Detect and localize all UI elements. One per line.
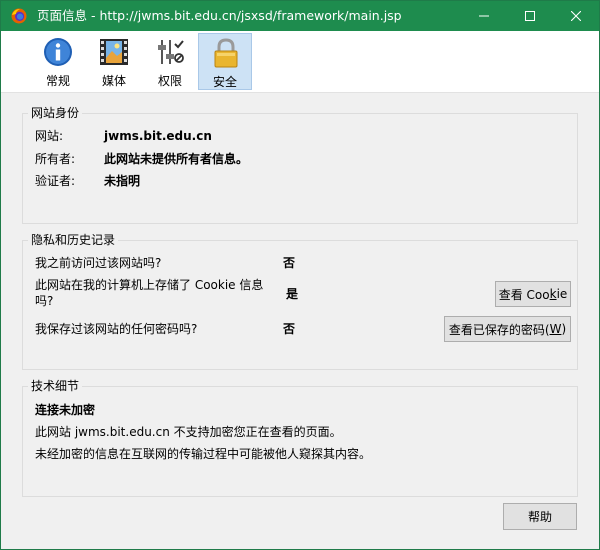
- view-cookies-accesskey: k: [549, 287, 557, 301]
- view-passwords-accesskey: W: [549, 322, 562, 336]
- firefox-icon: [11, 8, 27, 24]
- privacy-group: 隐私和历史记录 我之前访问过该网站吗? 否 此网站在我的计算机上存储了 Cook…: [22, 232, 578, 370]
- tab-general-label: 常规: [45, 74, 70, 88]
- encryption-detail-line1: 此网站 jwms.bit.edu.cn 不支持加密您正在查看的页面。: [35, 425, 342, 439]
- password-answer: 否: [283, 322, 296, 336]
- maximize-icon: [525, 11, 535, 21]
- view-cookies-text: 查看 Coo: [498, 287, 550, 302]
- maximize-button[interactable]: [507, 1, 553, 31]
- visited-answer: 否: [283, 256, 296, 270]
- identity-group: 网站身份 网站: jwms.bit.edu.cn 所有者: 此网站未提供所有者信…: [22, 105, 578, 224]
- cookie-answer: 是: [286, 287, 299, 301]
- minimize-icon: [479, 15, 489, 17]
- view-cookies-text-end: ie: [556, 287, 568, 301]
- tab-media-label: 媒体: [101, 74, 126, 88]
- permissions-icon: [158, 40, 184, 64]
- connection-status: 连接未加密: [35, 403, 96, 417]
- tab-toolbar: 常规 媒体 权限 安全: [1, 31, 599, 93]
- tab-security-label: 安全: [212, 75, 237, 89]
- verifier-label: 验证者:: [35, 174, 76, 188]
- site-value: jwms.bit.edu.cn: [104, 129, 212, 143]
- minimize-button[interactable]: [461, 1, 507, 31]
- encryption-detail-line2: 未经加密的信息在互联网的传输过程中可能被他人窥探其内容。: [35, 447, 372, 461]
- cookie-question-line1: 此网站在我的计算机上存储了 Cookie 信息: [35, 278, 264, 292]
- cookie-question-line2: 吗?: [35, 294, 54, 308]
- visited-question: 我之前访问过该网站吗?: [35, 256, 162, 270]
- media-icon: [100, 39, 128, 65]
- window-title: 页面信息 - http://jwms.bit.edu.cn/jsxsd/fram…: [37, 8, 402, 23]
- password-question: 我保存过该网站的任何密码吗?: [35, 322, 198, 336]
- owner-value: 此网站未提供所有者信息。: [104, 152, 249, 166]
- close-button[interactable]: [553, 1, 599, 31]
- technical-group-title: 技术细节: [28, 378, 83, 394]
- tab-general[interactable]: 常规: [31, 33, 85, 90]
- info-icon: [44, 38, 72, 66]
- view-cookies-button[interactable]: 查看 Coo k ie: [495, 281, 571, 307]
- privacy-group-title: 隐私和历史记录: [28, 232, 119, 248]
- owner-label: 所有者:: [35, 152, 76, 166]
- tab-permissions[interactable]: 权限: [143, 33, 197, 90]
- page-info-window: 页面信息 - http://jwms.bit.edu.cn/jsxsd/fram…: [0, 0, 600, 550]
- tab-permissions-label: 权限: [157, 74, 182, 88]
- identity-group-title: 网站身份: [28, 105, 83, 121]
- verifier-value: 未指明: [104, 174, 141, 188]
- help-button-label: 帮助: [527, 510, 552, 524]
- technical-group: 技术细节 连接未加密 此网站 jwms.bit.edu.cn 不支持加密您正在查…: [22, 378, 578, 497]
- site-label: 网站:: [35, 129, 64, 143]
- lock-icon: [214, 38, 238, 68]
- view-passwords-text-end: ): [561, 322, 567, 336]
- title-bar[interactable]: 页面信息 - http://jwms.bit.edu.cn/jsxsd/fram…: [1, 1, 599, 31]
- tab-media[interactable]: 媒体: [87, 33, 141, 90]
- view-saved-passwords-button[interactable]: 查看已保存的密码(W): [444, 316, 571, 342]
- close-icon: [571, 11, 581, 21]
- view-passwords-text: 查看已保存的密码(: [448, 322, 550, 337]
- tab-security[interactable]: 安全: [198, 33, 252, 90]
- help-button[interactable]: 帮助: [503, 503, 577, 530]
